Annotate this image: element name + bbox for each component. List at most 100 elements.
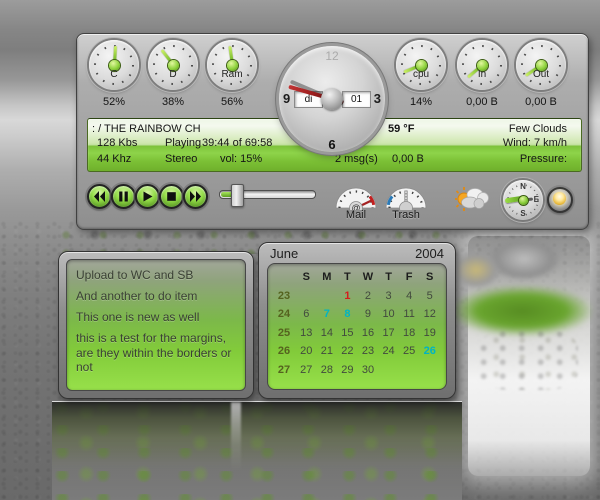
gauge-value: 38%	[143, 96, 203, 108]
mail-gauge-icon: @	[334, 183, 378, 210]
calendar-day-header: S	[419, 268, 440, 287]
calendar-day-header: T	[337, 268, 358, 287]
mail-meter[interactable]: @	[334, 183, 378, 210]
pause-icon	[118, 191, 129, 202]
calendar-day-header: F	[399, 268, 420, 287]
gauge-value: 56%	[202, 96, 262, 108]
calendar-day[interactable]: 20	[296, 342, 317, 361]
trash-gauge-icon	[384, 183, 428, 210]
ram-gauge: Ram	[207, 40, 257, 90]
previous-button[interactable]	[87, 184, 112, 209]
system-monitor-panel: C 52% D 38% Ram 56% cpu 14%	[76, 33, 589, 230]
calendar-day[interactable]: 9	[358, 305, 379, 324]
calendar-day[interactable]: 10	[378, 305, 399, 324]
weather-button[interactable]	[454, 182, 490, 214]
mail-count: 2 msg(s)	[335, 153, 378, 165]
weather-condition: Few Clouds	[509, 123, 567, 135]
calendar-day[interactable]: 1	[337, 287, 358, 306]
wind-speed: Wind: 7 km/h	[503, 137, 567, 149]
calendar-week-number: 26	[272, 342, 296, 361]
calendar-day	[296, 287, 317, 306]
calendar-week-number: 25	[272, 324, 296, 343]
cpu-gauge: cpu	[396, 40, 446, 90]
note-item[interactable]: This one is new as well	[76, 310, 236, 324]
calendar-day	[378, 361, 399, 380]
gauge-label: C	[89, 69, 139, 80]
disk-gauge-c: C	[89, 40, 139, 90]
calendar-day[interactable]: 14	[317, 324, 338, 343]
calendar-day[interactable]: 2	[358, 287, 379, 306]
calendar-day[interactable]: 12	[419, 305, 440, 324]
temperature: 59 °F	[388, 123, 414, 135]
trash-meter-label: Trash	[378, 209, 434, 221]
calendar-day[interactable]: 22	[337, 342, 358, 361]
calendar-day[interactable]: 26	[419, 342, 440, 361]
panel-reflection	[52, 401, 462, 500]
trash-meter[interactable]	[384, 183, 428, 210]
mail-meter-label: Mail	[328, 209, 384, 221]
calendar-day[interactable]: 16	[358, 324, 379, 343]
play-icon	[142, 191, 153, 202]
note-item[interactable]: Upload to WC and SB	[76, 268, 236, 282]
clock-numeral-3: 3	[374, 91, 381, 106]
clock-hub	[321, 88, 343, 110]
pause-button[interactable]	[111, 184, 136, 209]
calendar-day[interactable]: 17	[378, 324, 399, 343]
gauge-label: Ram	[207, 69, 257, 80]
calendar-day	[317, 287, 338, 306]
calendar-day[interactable]: 19	[419, 324, 440, 343]
calendar-day-header: T	[378, 268, 399, 287]
notes-list[interactable]: Upload to WC and SB And another to do ite…	[66, 259, 246, 391]
calendar-day	[399, 361, 420, 380]
calendar-day[interactable]: 18	[399, 324, 420, 343]
compass-east-label: E	[534, 195, 539, 204]
calendar-day-header: M	[317, 268, 338, 287]
calendar-day[interactable]: 23	[358, 342, 379, 361]
calendar-day[interactable]: 27	[296, 361, 317, 380]
calendar-day[interactable]: 4	[399, 287, 420, 306]
calendar-day[interactable]: 3	[378, 287, 399, 306]
calendar-day[interactable]: 24	[378, 342, 399, 361]
station-name: : / THE RAINBOW CH	[92, 123, 201, 135]
note-item[interactable]: this is a test for the margins, are they…	[76, 331, 236, 373]
calendar-day[interactable]: 30	[358, 361, 379, 380]
calendar-day[interactable]: 21	[317, 342, 338, 361]
calendar-day[interactable]: 7	[317, 305, 338, 324]
calendar-year: 2004	[415, 246, 444, 261]
calendar-day[interactable]: 5	[419, 287, 440, 306]
traffic-readout: 0,00 B	[392, 153, 424, 165]
calendar-day[interactable]: 8	[337, 305, 358, 324]
note-item[interactable]: And another to do item	[76, 289, 236, 303]
notes-panel: Upload to WC and SB And another to do ite…	[58, 251, 254, 399]
calendar-day[interactable]: 29	[337, 361, 358, 380]
rewind-icon	[94, 191, 105, 202]
clock-numeral-6: 6	[279, 137, 385, 152]
calendar-grid: SMTWTFS231234524678910111225131415161718…	[272, 268, 440, 379]
clock-numeral-9: 9	[283, 91, 290, 106]
clock-numeral-12: 12	[279, 49, 385, 63]
calendar-day[interactable]: 11	[399, 305, 420, 324]
sun-cloud-icon	[454, 182, 490, 214]
calendar-body: SMTWTFS231234524678910111225131415161718…	[267, 263, 447, 390]
channel-mode: Stereo	[165, 153, 197, 165]
stop-icon	[166, 191, 177, 202]
stop-button[interactable]	[159, 184, 184, 209]
wallpaper-art-cloud	[452, 252, 500, 288]
calendar-day[interactable]: 28	[317, 361, 338, 380]
calendar-day[interactable]: 25	[399, 342, 420, 361]
calendar-day[interactable]: 6	[296, 305, 317, 324]
light-button[interactable]	[547, 187, 573, 213]
calendar-week-number: 24	[272, 305, 296, 324]
playback-status: Playing	[165, 137, 201, 149]
calendar-day[interactable]: 13	[296, 324, 317, 343]
track-time: 39:44 of 69:58	[202, 137, 272, 149]
calendar-day[interactable]: 15	[337, 324, 358, 343]
volume-slider-handle[interactable]	[231, 184, 244, 207]
compass-south-label: S	[503, 209, 543, 218]
net-in-gauge: In	[457, 40, 507, 90]
calendar-week-column-header	[272, 268, 296, 287]
next-button[interactable]	[183, 184, 208, 209]
pressure-label: Pressure:	[520, 153, 567, 165]
play-button[interactable]	[135, 184, 160, 209]
net-out-gauge: Out	[516, 40, 566, 90]
